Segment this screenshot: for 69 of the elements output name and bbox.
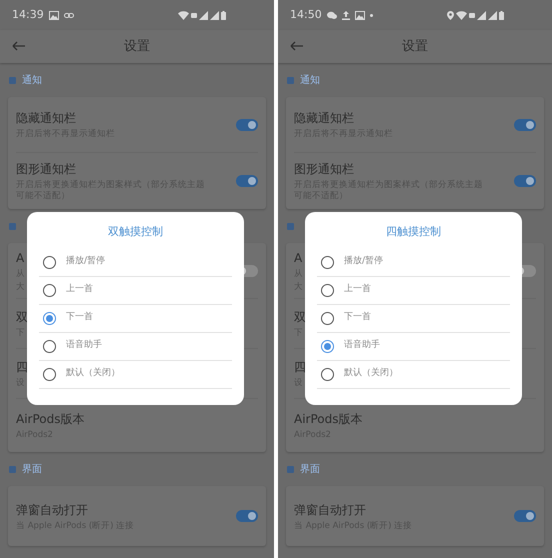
image-icon [354,10,365,20]
setting-title: AirPods版本 [294,411,362,428]
setting-title: 双 [294,309,306,326]
dot-icon [370,14,373,16]
screen-title: 设置 [402,38,428,56]
section-icon [287,222,294,230]
setting-title: 弹窗自动打开 [16,502,88,518]
section-title: 通知 [22,74,42,88]
setting-title: 隐藏通知栏 [16,110,76,127]
radio-button[interactable] [43,256,56,268]
setting-title: AirPods版本 [16,411,84,428]
radio-option[interactable]: 默认（关闭） [39,360,232,388]
setting-title: 图形通知栏 [294,161,354,178]
radio-button[interactable] [43,284,56,296]
battery-icon [221,10,226,20]
upload-icon [342,10,350,20]
section-icon [287,76,294,84]
section-icon [9,222,16,230]
toggle-switch[interactable] [514,175,536,187]
section-icon [287,466,294,472]
section-icon [9,76,16,84]
radio-button[interactable] [43,340,56,352]
section-icon [9,466,16,472]
back-arrow-icon[interactable] [290,41,304,51]
setting-title: 四 [16,359,28,376]
radio-button[interactable] [321,312,334,324]
radio-button[interactable] [321,340,334,352]
status-time: 14:39 [12,6,44,23]
battery-icon [499,10,504,20]
radio-button[interactable] [321,256,334,268]
section-title: 界面 [300,462,320,476]
screen-title: 设置 [124,38,150,56]
section-title: 通知 [300,74,320,88]
radio-button[interactable] [43,368,56,380]
setting-title: 隐藏通知栏 [294,110,354,127]
setting-title: A [16,250,24,266]
radio-option[interactable]: 下一首 [39,304,232,332]
setting-title: 四 [294,359,306,376]
chat-icon [326,10,337,20]
radio-button[interactable] [321,368,334,380]
wifi-icon [456,10,467,20]
toggle-switch[interactable] [514,118,536,130]
radio-option[interactable]: 播放/暂停 [317,248,510,276]
setting-title: A [294,250,302,266]
radio-option[interactable]: 上一首 [317,276,510,304]
toggle-switch[interactable] [236,175,258,187]
back-arrow-icon[interactable] [12,41,26,51]
toggle-switch[interactable] [514,510,536,522]
radio-option[interactable]: 上一首 [39,276,232,304]
radio-option[interactable]: 默认（关闭） [317,360,510,388]
dialog-title: 双触摸控制 [108,224,163,240]
toggle-switch[interactable] [236,118,258,130]
radio-option[interactable]: 语音助手 [317,332,510,360]
radio-option[interactable]: 下一首 [317,304,510,332]
dialog-title: 四触摸控制 [386,224,441,240]
setting-title: 图形通知栏 [16,161,76,178]
setting-title: 弹窗自动打开 [294,502,366,518]
radio-option[interactable]: 播放/暂停 [39,248,232,276]
image-icon [48,10,59,20]
status-time: 14:50 [290,6,322,23]
radio-button[interactable] [321,284,334,296]
link-icon [64,10,74,20]
location-icon [447,10,454,20]
section-title: 界面 [22,462,42,476]
setting-title: 双 [16,309,28,326]
radio-option[interactable]: 语音助手 [39,332,232,360]
radio-button[interactable] [43,312,56,324]
wifi-icon [178,10,189,20]
toggle-switch[interactable] [236,510,258,522]
